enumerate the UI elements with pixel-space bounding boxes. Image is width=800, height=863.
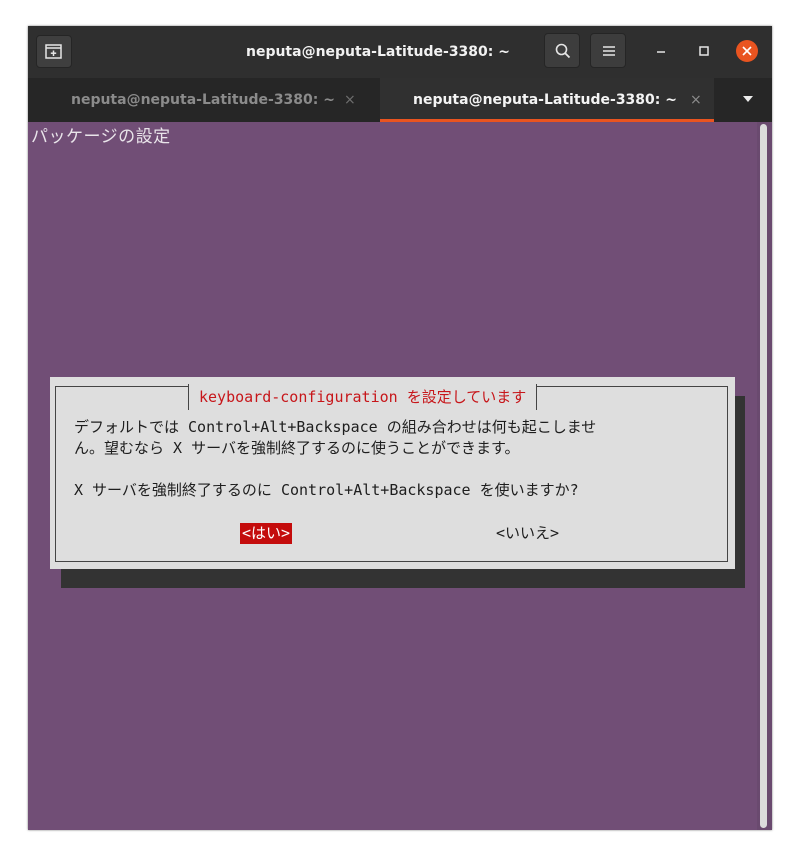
config-dialog: keyboard-configuration を設定しています デフォルトでは …	[50, 377, 735, 569]
search-icon	[555, 43, 571, 59]
search-button[interactable]	[544, 33, 580, 68]
minimize-icon[interactable]	[654, 43, 668, 57]
dialog-title: keyboard-configuration を設定しています	[188, 384, 538, 410]
new-tab-button[interactable]	[36, 35, 72, 68]
maximize-icon[interactable]	[697, 44, 711, 58]
scrollbar-thumb[interactable]	[760, 124, 767, 828]
close-window-button[interactable]	[736, 40, 758, 62]
tab-close-icon[interactable]: ×	[690, 78, 702, 122]
tab-label: neputa@neputa-Latitude-3380: ~	[70, 92, 335, 108]
package-config-heading: パッケージの設定	[31, 127, 171, 147]
title-bar: neputa@neputa-Latitude-3380: ~	[28, 26, 772, 78]
tab-close-icon[interactable]: ×	[344, 78, 356, 122]
tab-list-dropdown-icon[interactable]	[742, 94, 754, 104]
hamburger-menu-icon	[603, 46, 615, 56]
dialog-message-line-2: ん。望むなら X サーバを強制終了するのに使うことができます。	[74, 439, 520, 457]
menu-button[interactable]	[590, 33, 626, 68]
terminal-window: neputa@neputa-Latitude-3380: ~ neputa@ne…	[28, 26, 772, 830]
terminal-area[interactable]: パッケージの設定 keyboard-configuration を設定しています…	[28, 122, 772, 830]
tab-bar: neputa@neputa-Latitude-3380: ~ × neputa@…	[28, 78, 772, 122]
new-tab-icon	[45, 44, 62, 59]
close-icon	[742, 46, 752, 56]
window-title: neputa@neputa-Latitude-3380: ~	[245, 44, 510, 60]
tab-terminal-1[interactable]: neputa@neputa-Latitude-3380: ~ ×	[28, 78, 380, 122]
tab-terminal-2[interactable]: neputa@neputa-Latitude-3380: ~ ×	[380, 78, 714, 122]
dialog-message-line-1: デフォルトでは Control+Alt+Backspace の組み合わせは何も起…	[74, 418, 597, 436]
dialog-question: X サーバを強制終了するのに Control+Alt+Backspace を使い…	[74, 481, 579, 499]
tab-label: neputa@neputa-Latitude-3380: ~	[412, 92, 677, 108]
no-button[interactable]: <いいえ>	[496, 523, 559, 544]
dialog-frame: keyboard-configuration を設定しています デフォルトでは …	[55, 384, 728, 562]
yes-button[interactable]: <はい>	[240, 523, 293, 544]
